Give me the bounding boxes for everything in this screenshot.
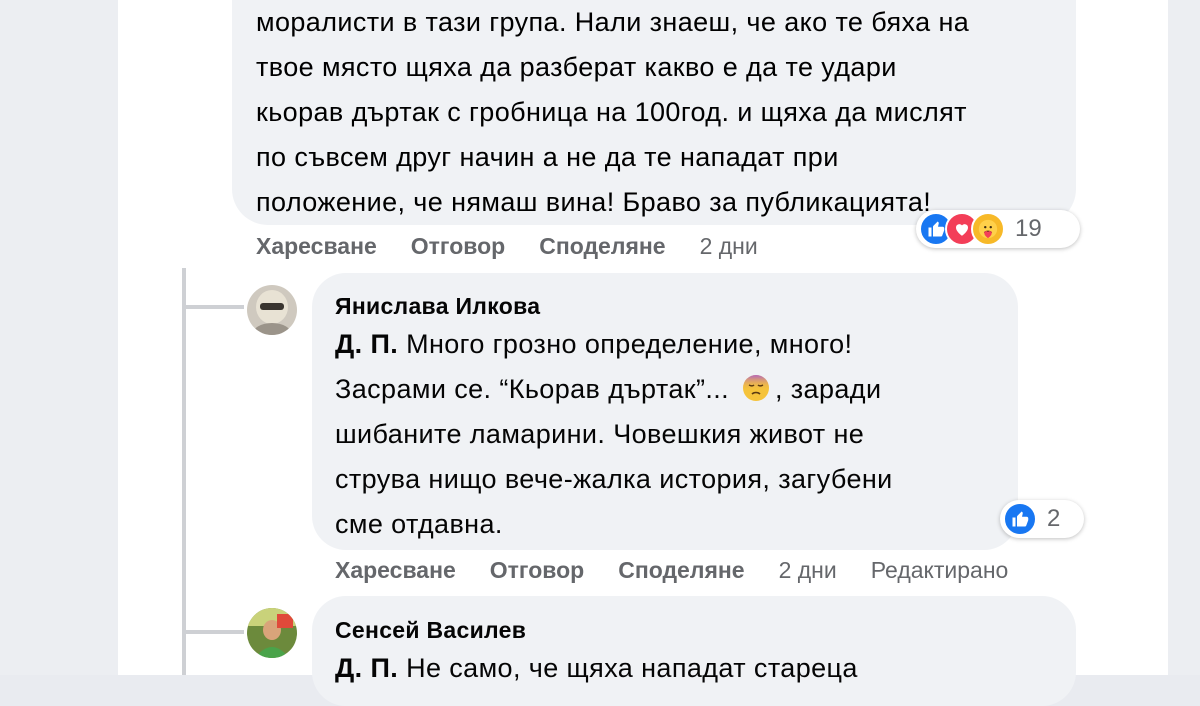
reaction-count: 2 (1047, 505, 1061, 532)
reaction-count: 19 (1015, 215, 1042, 242)
comment-actions: Харесване Отговор Споделяне 2 дни (256, 233, 758, 260)
reply-button[interactable]: Отговор (490, 557, 584, 584)
left-margin (0, 0, 118, 675)
comment-text: Д. П. Много грозно определение, много! З… (335, 322, 995, 547)
avatar[interactable] (247, 608, 297, 658)
comment-text: моралисти в тази група. Нали знаеш, че а… (256, 7, 970, 217)
reactions-summary[interactable]: 19 (916, 210, 1080, 248)
comment-timestamp[interactable]: 2 дни (700, 233, 758, 260)
care-reaction-icon (971, 212, 1005, 246)
thread-branch-line (182, 630, 244, 634)
share-button[interactable]: Споделяне (539, 233, 665, 260)
pensive-face-emoji (741, 372, 771, 402)
like-button[interactable]: Харесване (335, 557, 456, 584)
mention-link[interactable]: Д. П. (335, 653, 398, 683)
thread-branch-line (182, 305, 244, 309)
comment-text: Д. П. Не само, че щяха нападат стареца (335, 646, 1035, 691)
reactions-summary[interactable]: 2 (1000, 500, 1084, 538)
comment-author[interactable]: Сенсей Василев (335, 617, 526, 644)
comment-actions: Харесване Отговор Споделяне 2 дни Редакт… (335, 557, 1008, 584)
thread-line (182, 268, 186, 675)
reply-button[interactable]: Отговор (411, 233, 505, 260)
avatar[interactable] (247, 285, 297, 335)
comment-text-part: Не само, че щяха нападат стареца (406, 653, 858, 683)
like-button[interactable]: Харесване (256, 233, 377, 260)
comment-author[interactable]: Янислава Илкова (335, 293, 540, 320)
comment-timestamp[interactable]: 2 дни (779, 557, 837, 584)
edited-label[interactable]: Редактирано (871, 557, 1009, 584)
mention-link[interactable]: Д. П. (335, 329, 398, 359)
right-margin (1168, 0, 1200, 675)
share-button[interactable]: Споделяне (618, 557, 744, 584)
like-reaction-icon (1003, 502, 1037, 536)
